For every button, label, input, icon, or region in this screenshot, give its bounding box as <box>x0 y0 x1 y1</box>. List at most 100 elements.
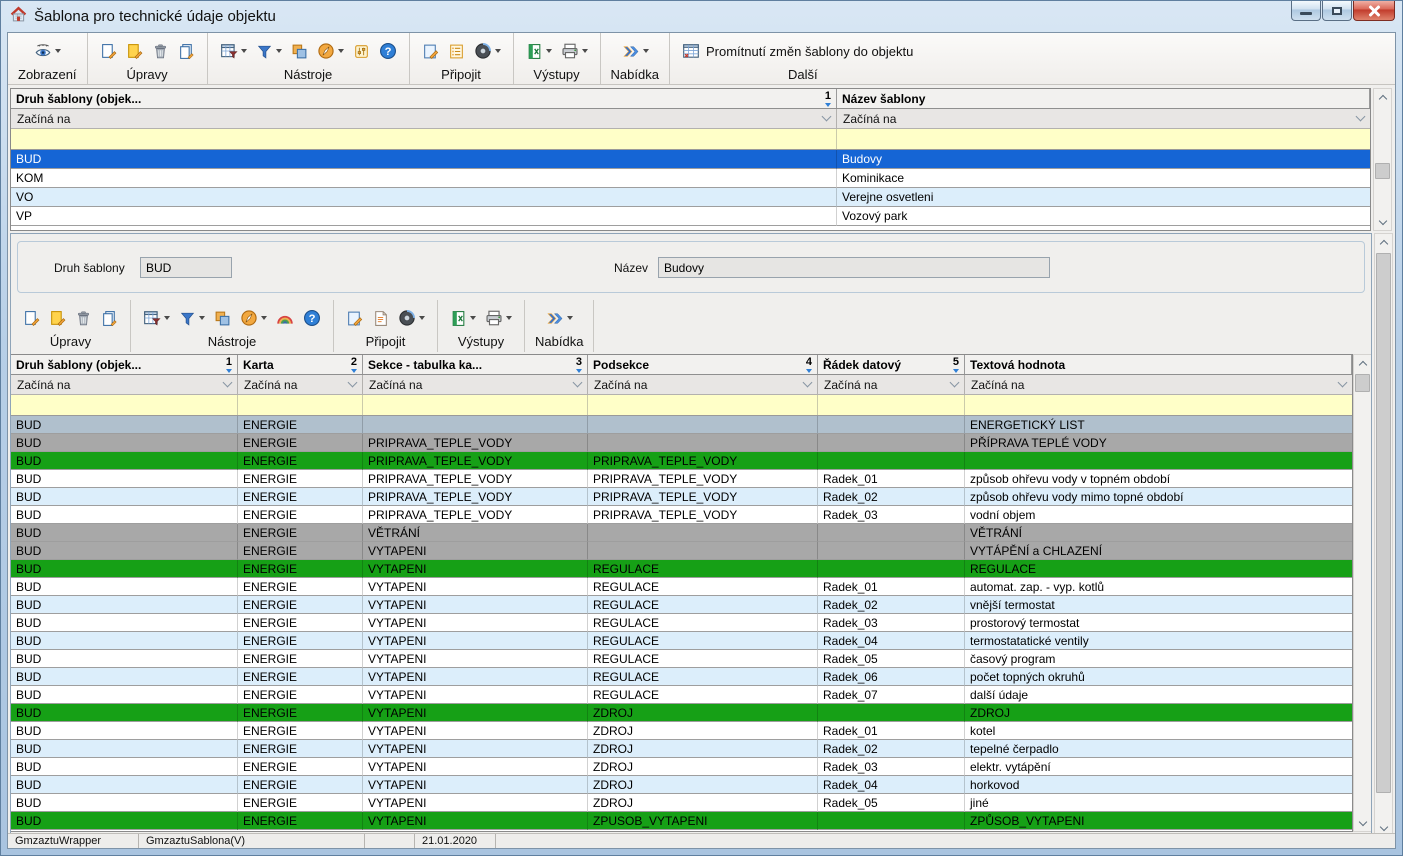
column-header[interactable]: Název šablony <box>837 89 1370 108</box>
scroll-down-arrow[interactable] <box>1354 815 1371 831</box>
scroll-up-arrow[interactable] <box>1354 355 1371 371</box>
merge-button[interactable] <box>212 309 233 328</box>
filter-input[interactable] <box>965 395 1352 415</box>
table-row[interactable]: BUD ENERGIE PRIPRAVA_TEPLE_VODY PRIPRAVA… <box>11 470 1352 488</box>
menu-button[interactable] <box>619 42 651 61</box>
note-button[interactable] <box>344 309 365 328</box>
scroll-up-arrow[interactable] <box>1375 234 1392 250</box>
filter-operator-select[interactable]: Začíná na <box>965 375 1352 394</box>
delete-record-button[interactable] <box>73 309 94 328</box>
table-row[interactable]: BUD ENERGIE PRIPRAVA_TEPLE_VODY PRIPRAVA… <box>11 488 1352 506</box>
table-row[interactable]: BUD Budovy <box>11 150 1370 169</box>
filter-operator-select[interactable]: Začíná na <box>238 375 363 394</box>
media-button[interactable] <box>472 41 503 61</box>
column-header[interactable]: Karta 2 <box>238 355 363 374</box>
table-row[interactable]: BUD ENERGIE VYTAPENI ZDROJ ZDROJ <box>11 704 1352 722</box>
main-table-scrollbar[interactable] <box>1353 354 1372 832</box>
column-header[interactable]: Textová hodnota <box>965 355 1352 374</box>
filter-operator-select[interactable]: Začíná na <box>588 375 818 394</box>
scrollbar-thumb[interactable] <box>1355 374 1370 392</box>
table-row[interactable]: BUD ENERGIE PRIPRAVA_TEPLE_VODY PŘÍPRAVA… <box>11 434 1352 452</box>
table-row[interactable]: BUD ENERGIE VYTAPENI ZDROJ Radek_01 kote… <box>11 722 1352 740</box>
table-row[interactable]: BUD ENERGIE VYTAPENI REGULACE Radek_07 d… <box>11 686 1352 704</box>
column-header[interactable]: Sekce - tabulka ka... 3 <box>363 355 588 374</box>
media-button[interactable] <box>396 308 427 328</box>
delete-record-button[interactable] <box>150 42 171 61</box>
excel-export-button[interactable] <box>448 309 478 328</box>
merge-button[interactable] <box>289 42 310 61</box>
table-row[interactable]: BUD ENERGIE VYTAPENI REGULACE Radek_03 p… <box>11 614 1352 632</box>
nazev-field[interactable]: Budovy <box>658 257 1050 278</box>
help-button[interactable]: ? <box>301 308 323 328</box>
table-row[interactable]: BUD ENERGIE VĚTRÁNÍ VĚTRÁNÍ <box>11 524 1352 542</box>
scrollbar-thumb[interactable] <box>1375 163 1390 179</box>
document-button[interactable] <box>370 309 391 328</box>
filter-operator-select[interactable]: Začíná na <box>837 109 1370 128</box>
table-row[interactable]: BUD ENERGIE VYTAPENI ZDROJ Radek_05 jiné <box>11 794 1352 812</box>
table-row[interactable]: BUD ENERGIE VYTAPENI REGULACE Radek_02 v… <box>11 596 1352 614</box>
filter-input[interactable] <box>837 129 1370 149</box>
table-row[interactable]: BUD ENERGIE PRIPRAVA_TEPLE_VODY PRIPRAVA… <box>11 506 1352 524</box>
copy-record-button[interactable] <box>176 42 197 61</box>
panel-scrollbar[interactable] <box>1374 233 1393 837</box>
table-row[interactable]: BUD ENERGIE VYTAPENI VYTÁPĚNÍ a CHLAZENÍ <box>11 542 1352 560</box>
copy-record-button[interactable] <box>99 309 120 328</box>
table-row[interactable]: BUD ENERGIE VYTAPENI REGULACE Radek_05 č… <box>11 650 1352 668</box>
column-header[interactable]: Druh šablony (objek... 1 <box>11 355 238 374</box>
table-row[interactable]: BUD ENERGIE VYTAPENI ZDROJ Radek_03 elek… <box>11 758 1352 776</box>
filter-operator-select[interactable]: Začíná na <box>818 375 965 394</box>
edit-record-button[interactable] <box>47 309 68 328</box>
new-record-button[interactable] <box>21 309 42 328</box>
note-button[interactable] <box>420 42 441 61</box>
maximize-button[interactable] <box>1322 1 1352 21</box>
scroll-down-arrow[interactable] <box>1374 214 1391 230</box>
column-header[interactable]: Řádek datový 5 <box>818 355 965 374</box>
edit-record-button[interactable] <box>124 42 145 61</box>
help-button[interactable]: ? <box>377 41 399 61</box>
table-row[interactable]: BUD ENERGIE VYTAPENI ZPUSOB_VYTAPENI ZPŮ… <box>11 812 1352 830</box>
scroll-up-arrow[interactable] <box>1374 89 1391 105</box>
filter-operator-select[interactable]: Začíná na <box>11 375 238 394</box>
table-row[interactable]: VP Vozový park <box>11 207 1370 226</box>
filter-input[interactable] <box>11 395 238 415</box>
filter-button[interactable] <box>177 309 207 328</box>
table-row[interactable]: KOM Kominikace <box>11 169 1370 188</box>
minimize-button[interactable] <box>1291 1 1321 21</box>
settings-button[interactable] <box>351 42 372 61</box>
compass-button[interactable] <box>315 41 346 61</box>
view-button[interactable] <box>32 41 63 61</box>
filter-input[interactable] <box>588 395 818 415</box>
filter-input[interactable] <box>363 395 588 415</box>
excel-export-button[interactable] <box>524 42 554 61</box>
upper-table-scrollbar[interactable] <box>1373 88 1392 231</box>
print-button[interactable] <box>559 41 590 61</box>
filter-input[interactable] <box>11 129 837 149</box>
table-row[interactable]: BUD ENERGIE PRIPRAVA_TEPLE_VODY PRIPRAVA… <box>11 452 1352 470</box>
compass-button[interactable] <box>238 308 269 328</box>
table-row[interactable]: BUD ENERGIE VYTAPENI REGULACE REGULACE <box>11 560 1352 578</box>
rainbow-button[interactable] <box>274 308 296 328</box>
table-row[interactable]: BUD ENERGIE VYTAPENI ZDROJ Radek_02 tepe… <box>11 740 1352 758</box>
table-row[interactable]: BUD ENERGIE ENERGETICKÝ LIST <box>11 416 1352 434</box>
checklist-button[interactable] <box>446 42 467 61</box>
table-row[interactable]: BUD ENERGIE VYTAPENI ZDROJ Radek_04 hork… <box>11 776 1352 794</box>
druh-sablony-field[interactable]: BUD <box>140 257 232 278</box>
scrollbar-thumb[interactable] <box>1376 253 1391 793</box>
new-record-button[interactable] <box>98 42 119 61</box>
column-header[interactable]: Druh šablony (objek... 1 <box>11 89 837 108</box>
table-row[interactable]: BUD ENERGIE VYTAPENI REGULACE Radek_04 t… <box>11 632 1352 650</box>
filter-operator-select[interactable]: Začíná na <box>11 109 837 128</box>
table-filter-button[interactable] <box>218 41 249 61</box>
apply-template-button[interactable]: Promítnutí změn šablony do objektu <box>680 41 915 61</box>
table-row[interactable]: BUD ENERGIE VYTAPENI REGULACE Radek_01 a… <box>11 578 1352 596</box>
menu-button[interactable] <box>543 309 575 328</box>
filter-input[interactable] <box>818 395 965 415</box>
column-header[interactable]: Podsekce 4 <box>588 355 818 374</box>
print-button[interactable] <box>483 308 514 328</box>
filter-button[interactable] <box>254 42 284 61</box>
table-row[interactable]: BUD ENERGIE VYTAPENI REGULACE Radek_06 p… <box>11 668 1352 686</box>
filter-operator-select[interactable]: Začíná na <box>363 375 588 394</box>
table-filter-button[interactable] <box>141 308 172 328</box>
filter-input[interactable] <box>238 395 363 415</box>
title-bar[interactable]: Šablona pro technické údaje objektu <box>1 1 1402 32</box>
